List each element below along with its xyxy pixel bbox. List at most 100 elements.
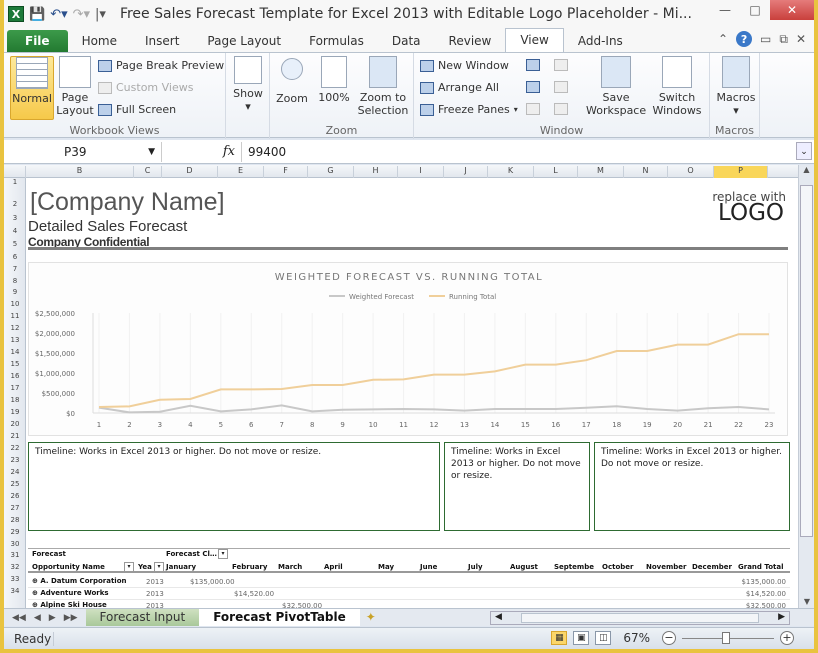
minimize-button[interactable]: —	[710, 0, 740, 20]
column-header-l[interactable]: L	[534, 166, 578, 178]
row-header-28[interactable]: 28	[4, 516, 26, 524]
row-header-8[interactable]: 8	[4, 277, 26, 285]
company-name[interactable]: [Company Name]	[30, 188, 225, 217]
column-header-h[interactable]: H	[354, 166, 398, 178]
name-box-dropdown-icon[interactable]: ▼	[148, 147, 155, 157]
custom-views-button[interactable]: Custom Views	[98, 81, 193, 94]
zoom-button[interactable]: Zoom	[274, 56, 310, 105]
row-header-18[interactable]: 18	[4, 396, 26, 404]
customize-qat-icon[interactable]: |▾	[95, 7, 106, 22]
zoom-to-selection-button[interactable]: Zoom to Selection	[356, 56, 410, 117]
next-sheet-icon[interactable]: ▶	[49, 613, 56, 623]
select-all-corner[interactable]	[4, 166, 26, 178]
tab-home[interactable]: Home	[68, 30, 131, 52]
scroll-up-icon[interactable]: ▲	[799, 165, 814, 174]
logo-placeholder[interactable]: LOGO	[718, 200, 784, 226]
row-header-17[interactable]: 17	[4, 384, 26, 392]
timeline-placeholder-1[interactable]: Timeline: Works in Excel 2013 or higher.…	[28, 442, 440, 531]
column-header-j[interactable]: J	[444, 166, 488, 178]
workbook-minimize-icon[interactable]: ▭	[760, 32, 771, 46]
pivot-row-name[interactable]: ⊕ Adventure Works	[32, 589, 109, 597]
vertical-scroll-thumb[interactable]	[800, 185, 813, 537]
pivot-row[interactable]: ⊕ A. Datum Corporation 2013 $135,000.00 $13…	[28, 576, 790, 588]
zoom-slider[interactable]	[682, 631, 774, 644]
tab-formulas[interactable]: Formulas	[295, 30, 378, 52]
row-header-1[interactable]: 1	[4, 178, 26, 186]
zoom-slider-thumb[interactable]	[722, 631, 730, 644]
row-header-7[interactable]: 7	[4, 265, 26, 273]
unhide-button[interactable]	[526, 103, 540, 115]
column-header-f[interactable]: F	[264, 166, 308, 178]
sheet-tab-forecast-pivottable[interactable]: Forecast PivotTable	[199, 609, 360, 626]
tab-insert[interactable]: Insert	[131, 30, 193, 52]
full-screen-button[interactable]: Full Screen	[98, 103, 176, 116]
pivot-row-name[interactable]: ⊕ Alpine Ski House	[32, 601, 107, 608]
insert-sheet-icon[interactable]: ✦	[360, 609, 382, 626]
column-header-c[interactable]: C	[134, 166, 162, 178]
tab-view[interactable]: View	[505, 28, 564, 52]
row-header-5[interactable]: 5	[4, 240, 26, 248]
workbook-restore-icon[interactable]: ⧉	[779, 32, 788, 47]
freeze-panes-button[interactable]: Freeze Panes ▾	[420, 103, 518, 116]
zoom-out-icon[interactable]: −	[662, 631, 676, 645]
row-header-13[interactable]: 13	[4, 336, 26, 344]
scroll-right-icon[interactable]: ▶	[778, 612, 785, 622]
row-filter-dropdown-icon[interactable]: ▾	[124, 562, 134, 572]
synchronous-scrolling-button[interactable]	[554, 81, 568, 93]
pivot-grand-total[interactable]: $135,000.00	[741, 578, 786, 586]
row-header-23[interactable]: 23	[4, 456, 26, 464]
pivot-row[interactable]: ⊕ Adventure Works 2013 $14,520.00 $14,520.0…	[28, 588, 790, 600]
row-header-21[interactable]: 21	[4, 432, 26, 440]
expand-formula-bar-icon[interactable]: ⌄	[796, 142, 812, 160]
column-header-p[interactable]: P	[714, 166, 768, 178]
column-header-b[interactable]: B	[26, 166, 134, 178]
page-layout-view-button[interactable]: Page Layout	[56, 56, 94, 117]
column-header-g[interactable]: G	[308, 166, 354, 178]
timeline-placeholder-3[interactable]: Timeline: Works in Excel 2013 or higher.…	[594, 442, 790, 531]
row-header-3[interactable]: 3	[4, 214, 26, 222]
help-icon[interactable]: ?	[736, 31, 753, 47]
prev-sheet-icon[interactable]: ◀	[34, 613, 41, 623]
pivot-row[interactable]: ⊕ Alpine Ski House 2013 $32,500.00 $32,500.…	[28, 600, 790, 608]
row-header-6[interactable]: 6	[4, 253, 26, 261]
redo-icon[interactable]: ↷▾	[73, 7, 90, 22]
scroll-left-icon[interactable]: ◀	[495, 612, 502, 622]
column-filter-dropdown-icon[interactable]: ▾	[218, 549, 228, 559]
switch-windows-button[interactable]: Switch Windows	[648, 56, 706, 117]
tab-add-ins[interactable]: Add-Ins	[564, 30, 637, 52]
year-filter-dropdown-icon[interactable]: ▾	[154, 562, 164, 572]
workbook-close-icon[interactable]: ✕	[796, 32, 806, 46]
arrange-all-button[interactable]: Arrange All	[420, 81, 499, 94]
row-header-4[interactable]: 4	[4, 227, 26, 235]
collapse-ribbon-icon[interactable]: ⌃	[718, 32, 728, 46]
row-header-27[interactable]: 27	[4, 504, 26, 512]
tab-page-layout[interactable]: Page Layout	[193, 30, 295, 52]
excel-logo-icon[interactable]: X	[8, 6, 24, 22]
scroll-down-icon[interactable]: ▼	[799, 597, 815, 606]
horizontal-scrollbar[interactable]: ◀ ▶	[490, 611, 790, 625]
insert-function-button[interactable]: fx	[162, 141, 242, 162]
row-header-34[interactable]: 34	[4, 587, 26, 595]
zoom-level[interactable]: 67%	[623, 631, 650, 645]
row-header-30[interactable]: 30	[4, 540, 26, 548]
normal-view-status-icon[interactable]: ▦	[551, 631, 568, 645]
page-break-status-icon[interactable]: ◫	[595, 631, 612, 645]
row-header-9[interactable]: 9	[4, 288, 26, 296]
vertical-scrollbar[interactable]: ▲ ▼	[798, 165, 814, 608]
row-header-12[interactable]: 12	[4, 324, 26, 332]
save-icon[interactable]: 💾	[29, 7, 45, 22]
normal-view-button[interactable]: Normal	[10, 56, 54, 120]
row-header-20[interactable]: 20	[4, 420, 26, 428]
new-window-button[interactable]: New Window	[420, 59, 509, 72]
show-button[interactable]: Show ▾	[230, 56, 266, 113]
row-header-10[interactable]: 10	[4, 300, 26, 308]
column-header-o[interactable]: O	[668, 166, 714, 178]
tab-review[interactable]: Review	[435, 30, 506, 52]
zoom-in-icon[interactable]: +	[780, 631, 794, 645]
sheet-tab-forecast-input[interactable]: Forecast Input	[85, 609, 200, 626]
close-button[interactable]: ✕	[770, 0, 814, 20]
row-header-22[interactable]: 22	[4, 444, 26, 452]
zoom-100-button[interactable]: 100%	[316, 56, 352, 104]
save-workspace-button[interactable]: Save Workspace	[586, 56, 646, 117]
row-header-15[interactable]: 15	[4, 360, 26, 368]
